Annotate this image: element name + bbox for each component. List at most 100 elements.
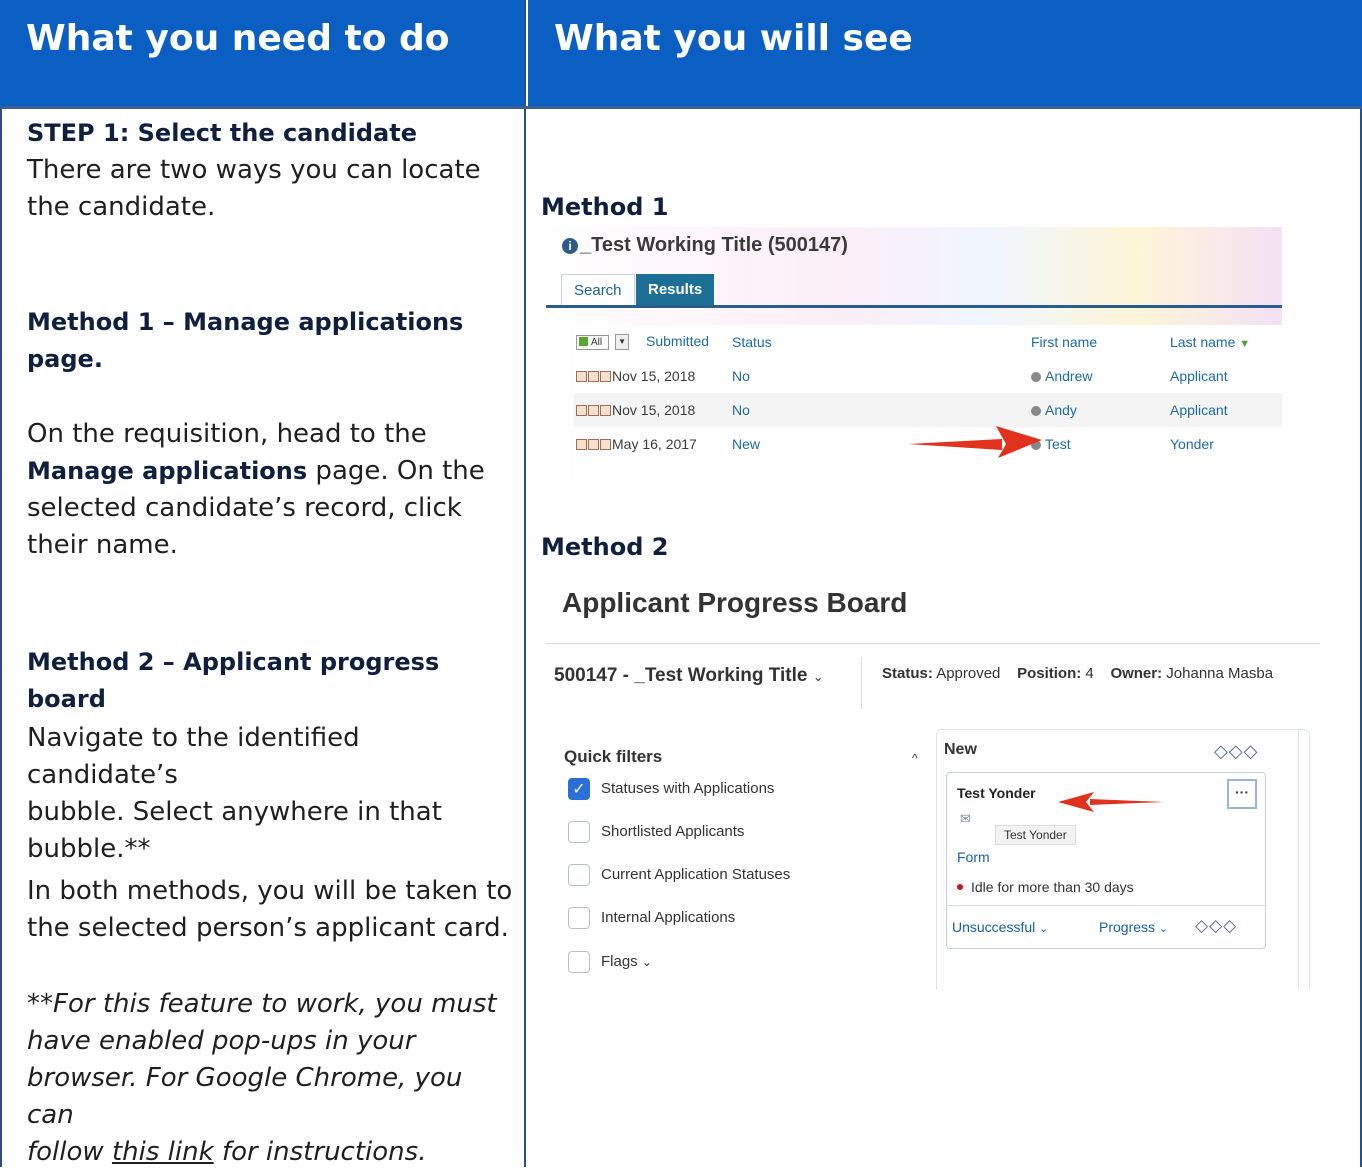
chevron-up-icon[interactable]: ^ xyxy=(912,751,918,765)
tab-search[interactable]: Search xyxy=(561,274,635,307)
arrow-icon xyxy=(1058,792,1164,812)
method1-line4: their name. xyxy=(27,530,178,560)
row-date-text: Nov 15, 2018 xyxy=(612,402,696,418)
method1-title: Method 1 – Manage applications page. xyxy=(27,304,517,378)
both-line2: the selected person’s applicant card. xyxy=(27,913,509,943)
diamond-icons: ◇◇◇ xyxy=(1195,916,1238,935)
row-last-name[interactable]: Applicant xyxy=(1170,368,1228,384)
candidate-name[interactable]: Test Yonder xyxy=(957,785,1036,801)
progress-label: Progress xyxy=(1099,919,1156,935)
arrow-icon xyxy=(908,426,1042,458)
method1-line3: selected candidate’s record, click xyxy=(27,493,462,523)
method2-title-line2: board xyxy=(27,685,106,713)
filter-checkbox[interactable] xyxy=(568,821,590,843)
filter-label: Statuses with Applications xyxy=(601,780,775,797)
note-line3: browser. For Google Chrome, you can xyxy=(27,1063,463,1130)
method2-line1: Navigate to the identified candidate’s xyxy=(27,723,360,790)
requisition-selector[interactable]: 500147 - _Test Working Title ⌄ xyxy=(554,665,824,687)
tab-results[interactable]: Results xyxy=(636,274,715,306)
manage-applications-screenshot: i _Test Working Title (500147) Search Res… xyxy=(546,227,1282,479)
requisition-meta: Status: Approved Position: 4 Owner: Joha… xyxy=(882,665,1273,682)
method2-title-line1: Method 2 – Applicant progress xyxy=(27,648,440,676)
instructions-column: STEP 1: Select the candidate There are t… xyxy=(0,109,526,1167)
envelope-icon[interactable]: ✉ xyxy=(960,811,971,827)
board-title: Applicant Progress Board xyxy=(562,587,908,618)
row-first-name-text: Test xyxy=(1045,436,1071,452)
chevron-down-icon: ⌄ xyxy=(641,955,652,969)
requisition-title-text: _Test Working Title (500147) xyxy=(580,234,848,256)
progress-board-screenshot: Applicant Progress Board 500147 - _Test … xyxy=(546,579,1320,989)
table-header: All ▼ Submitted Status First name Last na… xyxy=(574,325,1282,359)
row-first-name-text: Andy xyxy=(1045,402,1077,418)
method2-line2: bubble. Select anywhere in that xyxy=(27,797,442,827)
idle-text: Idle for more than 30 days xyxy=(971,879,1134,895)
method1-line1: On the requisition, head to the xyxy=(27,419,427,449)
col-submitted[interactable]: Submitted xyxy=(646,333,709,349)
divider xyxy=(546,643,1320,644)
row-status[interactable]: New xyxy=(732,436,760,452)
quick-filters-title: Quick filters xyxy=(564,747,663,766)
filter-label: Internal Applications xyxy=(601,909,736,926)
table-row: Nov 15, 2018 No Andrew Applicant xyxy=(574,359,1282,393)
row-status[interactable]: No xyxy=(732,402,750,418)
method1-label: Method 1 xyxy=(541,193,669,221)
filter-checkbox[interactable]: ✓ xyxy=(568,778,590,800)
info-icon: i xyxy=(562,238,578,254)
row-date-text: May 16, 2017 xyxy=(612,436,697,452)
method2-label: Method 2 xyxy=(541,533,669,561)
sort-desc-icon: ▼ xyxy=(1239,338,1251,350)
chrome-instructions-link[interactable]: this link xyxy=(112,1137,214,1167)
step1-text-line1: There are two ways you can locate xyxy=(27,155,481,185)
row-status[interactable]: No xyxy=(732,368,750,384)
row-first-name[interactable]: Andrew xyxy=(1031,368,1092,384)
note-line4: follow this link for instructions. xyxy=(27,1134,517,1171)
filter-checkbox[interactable] xyxy=(568,864,590,886)
header-right-text: What you will see xyxy=(554,18,913,59)
header-what-you-will-see: What you will see xyxy=(528,0,1362,108)
filter-checkbox[interactable] xyxy=(568,951,590,973)
owner-label: Owner: xyxy=(1110,665,1163,682)
filter-checkbox[interactable] xyxy=(568,907,590,929)
checkbox-icon xyxy=(579,337,588,346)
select-all-control[interactable]: All ▼ xyxy=(576,332,630,350)
tab-underline xyxy=(546,305,1282,308)
col-last-name[interactable]: Last name ▼ xyxy=(1170,334,1250,350)
method2-line3: bubble.** xyxy=(27,834,151,864)
method1-line2: Manage applications page. On the xyxy=(27,453,517,490)
progress-menu[interactable]: Progress ⌄ xyxy=(1099,919,1168,935)
col-status[interactable]: Status xyxy=(732,334,772,350)
screenshots-column: Method 1 i _Test Working Title (500147) S… xyxy=(528,109,1362,1167)
unsuccessful-label: Unsuccessful xyxy=(952,919,1036,935)
filter-label: Current Application Statuses xyxy=(601,866,791,883)
both-line1: In both methods, you will be taken to xyxy=(27,876,513,906)
diamond-icons: ◇◇◇ xyxy=(1214,741,1259,761)
unsuccessful-menu[interactable]: Unsuccessful ⌄ xyxy=(952,919,1048,935)
status-label: Status: xyxy=(882,665,933,682)
column-title: New xyxy=(944,741,977,758)
row-date: Nov 15, 2018 xyxy=(576,402,695,418)
row-last-name[interactable]: Yonder xyxy=(1170,436,1214,452)
position-label: Position: xyxy=(1017,665,1082,682)
col-first-name[interactable]: First name xyxy=(1031,334,1097,350)
method1-title-line2: page. xyxy=(27,345,103,373)
row-date-text: Nov 15, 2018 xyxy=(612,368,696,384)
status-value: Approved xyxy=(936,665,1001,682)
requisition-title: i _Test Working Title (500147) xyxy=(562,234,848,257)
header-left-text: What you need to do xyxy=(26,18,450,59)
board-column-next xyxy=(1298,729,1320,989)
popup-note: **For this feature to work, you must hav… xyxy=(27,986,517,1171)
row-first-name[interactable]: Andy xyxy=(1031,402,1077,418)
owner-value: Johanna Masba xyxy=(1166,665,1274,682)
name-tooltip: Test Yonder xyxy=(995,825,1076,845)
step1-text-line2: the candidate. xyxy=(27,192,216,222)
both-methods-text: In both methods, you will be taken to th… xyxy=(27,873,517,947)
method1-title-line1: Method 1 – Manage applications xyxy=(27,308,464,336)
more-options-icon[interactable]: ··· xyxy=(1227,779,1257,809)
dropdown-icon: ▼ xyxy=(615,334,630,350)
step1-title: STEP 1: Select the candidate xyxy=(27,119,417,147)
form-link[interactable]: Form xyxy=(957,849,990,865)
method2-title: Method 2 – Applicant progress board xyxy=(27,644,517,718)
row-first-name-text: Andrew xyxy=(1045,368,1093,384)
row-last-name[interactable]: Applicant xyxy=(1170,402,1228,418)
col-last-name-text: Last name xyxy=(1170,334,1236,350)
